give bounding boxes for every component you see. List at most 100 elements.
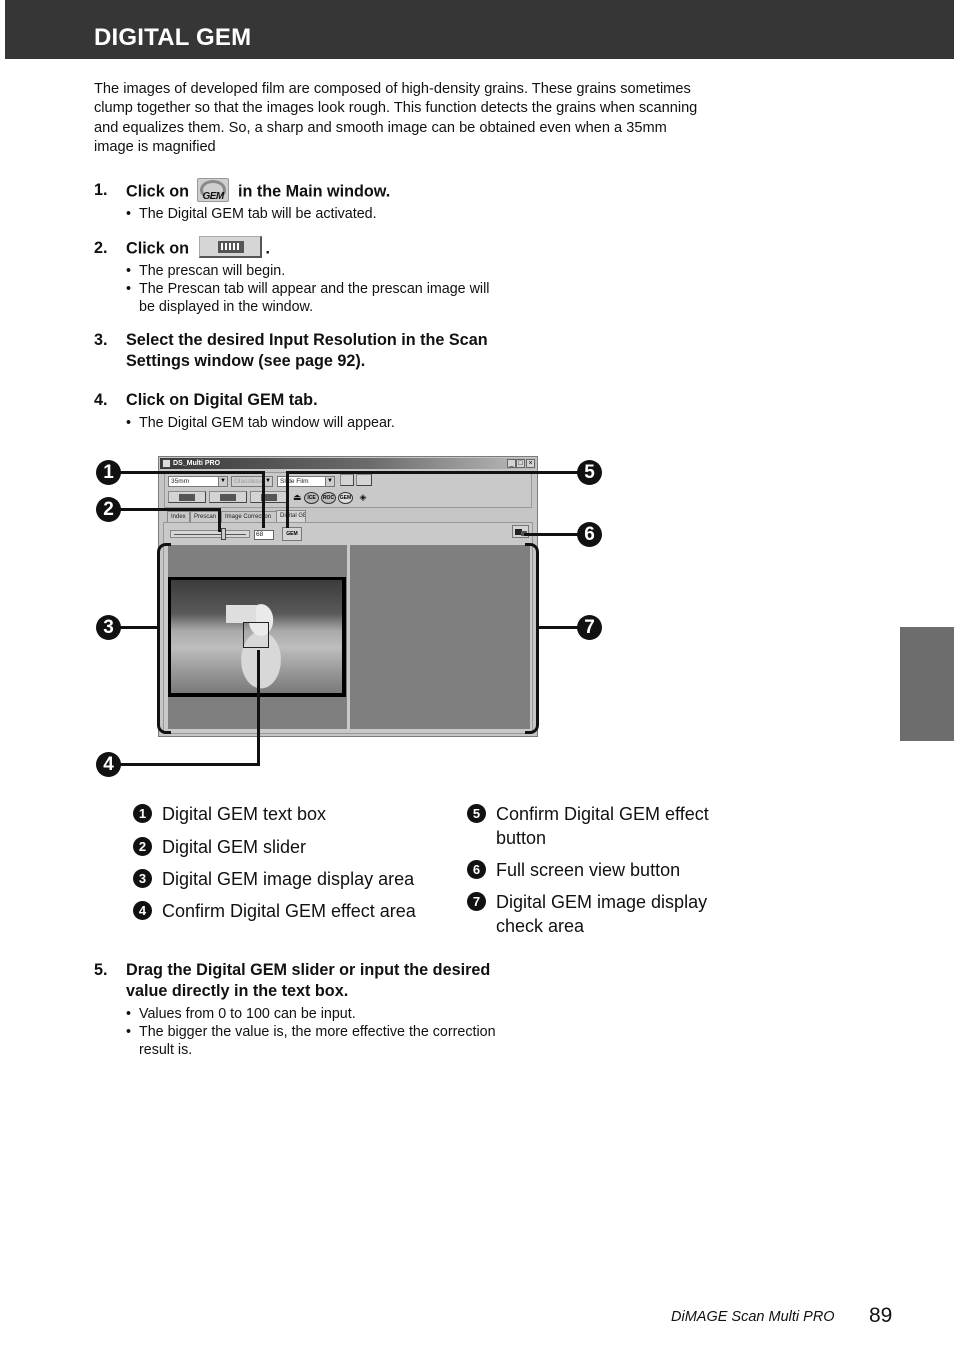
chevron-down-icon: ▼ xyxy=(218,477,227,486)
step-number: 3. xyxy=(94,331,108,349)
legend-label: Full screen view button xyxy=(496,860,681,880)
callout-line-4 xyxy=(257,650,260,766)
step-number: 2. xyxy=(94,239,108,257)
tab-digital-gem[interactable]: Digital GEM xyxy=(276,510,306,522)
scan-button[interactable] xyxy=(250,491,288,503)
intro-paragraph: The images of developed film are compose… xyxy=(94,80,774,157)
callout-line-2 xyxy=(118,508,220,511)
legend-label: button xyxy=(496,828,547,848)
page-title: DIGITAL GEM xyxy=(94,24,252,51)
bullet: The bigger the value is, the more effect… xyxy=(126,1023,496,1041)
tab-image-correction[interactable]: Image Correction xyxy=(221,511,277,522)
gem-image-display-check-area xyxy=(350,545,530,729)
bullet: The Digital GEM tab window will appear. xyxy=(126,414,395,432)
gem-button[interactable]: GEM xyxy=(338,492,353,504)
prescan-button-icon xyxy=(199,236,263,258)
digital-gem-panel: 68 GEM xyxy=(163,522,533,734)
step-text: value directly in the text box. xyxy=(126,982,349,1000)
step-1-bullets: The Digital GEM tab will be activated. xyxy=(126,205,377,223)
intro-line: The images of developed film are compose… xyxy=(94,81,691,97)
step-text: Select the desired Input Resolution in t… xyxy=(126,331,488,349)
gem-icon-label: GEM xyxy=(202,191,224,202)
eject-icon[interactable]: ⏏ xyxy=(293,492,302,503)
legend-label: Digital GEM text box xyxy=(162,804,327,824)
gem-slider[interactable] xyxy=(170,530,250,538)
window-titlebar: DS_Multi PRO _ □ × xyxy=(160,458,536,469)
minimize-icon[interactable]: _ xyxy=(507,459,516,468)
ice-button[interactable]: ICE xyxy=(304,492,319,504)
legend-label: Digital GEM slider xyxy=(162,837,307,857)
callout-line-1 xyxy=(262,471,265,528)
step-text: Drag the Digital GEM slider or input the… xyxy=(126,961,491,979)
tab-index[interactable]: Index xyxy=(167,511,190,522)
legend-number: 7 xyxy=(467,892,486,911)
gem-slider-thumb[interactable] xyxy=(220,528,226,540)
bullet-continuation: be displayed in the window. xyxy=(139,299,314,315)
callout-5: 5 xyxy=(577,460,602,485)
legend-label: Digital GEM image display xyxy=(496,892,708,912)
legend-label: Digital GEM image display area xyxy=(162,869,415,889)
callout-line-2 xyxy=(218,508,221,532)
save-settings-icon[interactable] xyxy=(340,474,354,486)
legend-label: Confirm Digital GEM effect xyxy=(496,804,709,824)
bullet-continuation: result is. xyxy=(139,1042,193,1058)
legend-label: check area xyxy=(496,916,585,936)
callout-bracket-right xyxy=(525,543,539,734)
legend-label: Confirm Digital GEM effect area xyxy=(162,901,416,921)
callout-bracket-left xyxy=(157,543,171,734)
close-icon[interactable]: × xyxy=(526,459,535,468)
callout-line-5 xyxy=(286,471,289,528)
tab-prescan[interactable]: Prescan xyxy=(190,511,221,522)
callout-1: 1 xyxy=(96,460,121,485)
digital-gem-button-icon: GEM xyxy=(197,178,230,202)
chevron-down-icon: ▼ xyxy=(325,477,334,486)
callout-4: 4 xyxy=(96,752,121,777)
callout-6: 6 xyxy=(577,522,602,547)
maximize-icon[interactable]: □ xyxy=(516,459,525,468)
gem-text-box[interactable]: 68 xyxy=(254,530,274,540)
callout-line-1 xyxy=(118,471,264,474)
callout-3: 3 xyxy=(96,615,121,640)
step-text: in the Main window. xyxy=(237,182,391,201)
legend-number: 5 xyxy=(467,804,486,823)
holder-select[interactable]: Glassless ▼ xyxy=(231,476,273,487)
legend-number: 1 xyxy=(133,804,152,823)
intro-line: image is magnified xyxy=(94,138,216,155)
step-text: . xyxy=(265,239,270,258)
step-text: Settings window (see page 92). xyxy=(126,352,366,370)
confirm-gem-effect-button[interactable]: GEM xyxy=(282,527,302,541)
step-number: 5. xyxy=(94,961,108,979)
confirm-gem-effect-area[interactable] xyxy=(243,622,269,648)
page-number: 89 xyxy=(869,1304,893,1327)
index-scan-button[interactable] xyxy=(168,491,206,503)
full-screen-view-button[interactable] xyxy=(512,525,529,538)
callout-line-3 xyxy=(118,626,158,629)
legend-number: 3 xyxy=(133,869,152,888)
roc-button[interactable]: ROC xyxy=(321,492,336,504)
legend-number: 4 xyxy=(133,901,152,920)
step-text: Click on xyxy=(126,182,189,201)
film-format-value: 35mm xyxy=(171,478,190,485)
step-text: Click on Digital GEM tab. xyxy=(126,391,318,409)
callout-line-6 xyxy=(524,533,578,536)
step-number: 4. xyxy=(94,391,108,409)
film-type-value: Slide Film xyxy=(280,478,309,485)
callout-2: 2 xyxy=(96,497,121,522)
legend-number: 6 xyxy=(467,860,486,879)
color-matching-icon[interactable]: ◈ xyxy=(356,492,370,504)
callout-line-7 xyxy=(539,626,579,629)
legend-number: 2 xyxy=(133,837,152,856)
prescan-button[interactable] xyxy=(209,491,247,503)
bullet: The Prescan tab will appear and the pres… xyxy=(126,280,489,298)
bullet: The Digital GEM tab will be activated. xyxy=(126,205,377,223)
preferences-icon[interactable] xyxy=(356,474,372,486)
scanner-window-screenshot: DS_Multi PRO _ □ × 35mm ▼ Glassless ▼ Slid… xyxy=(158,456,538,737)
chapter-side-tab xyxy=(900,627,954,741)
callout-line-5 xyxy=(286,471,578,474)
holder-value: Glassless xyxy=(234,478,263,485)
film-format-select[interactable]: 35mm ▼ xyxy=(168,476,228,487)
step-5-bullets: Values from 0 to 100 can be input. The b… xyxy=(126,1005,496,1059)
window-title: DS_Multi PRO xyxy=(173,460,221,467)
app-icon xyxy=(162,459,171,468)
step-text: Click on xyxy=(126,239,189,258)
